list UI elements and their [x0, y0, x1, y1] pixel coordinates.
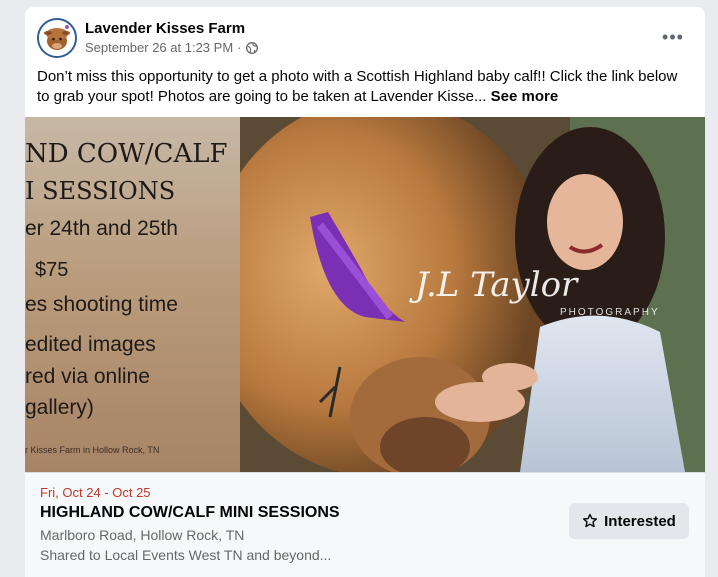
post-photo[interactable]: ND COW/CALF I SESSIONS er 24th and 25th …: [25, 117, 705, 472]
interested-label: Interested: [604, 512, 676, 530]
page-avatar[interactable]: [37, 18, 77, 58]
event-date: Fri, Oct 24 - Oct 25: [40, 485, 151, 500]
flyer-line: $75: [35, 259, 69, 281]
event-shared-to: Shared to Local Events West TN and beyon…: [40, 547, 332, 563]
flyer-line: er 24th and 25th: [25, 217, 178, 240]
post-text: Don’t miss this opportunity to get a pho…: [37, 68, 678, 105]
post-meta: September 26 at 1:23 PM ·: [85, 40, 258, 55]
calf-photo: J.L Taylor PHOTOGRAPHY: [205, 117, 705, 472]
flyer-line: edited images: [25, 333, 156, 356]
see-more-link[interactable]: See more: [491, 88, 559, 105]
calf-logo-icon: [39, 20, 75, 56]
flyer-footer: r Kisses Farm in Hollow Rock, TN: [25, 445, 160, 455]
post-timestamp[interactable]: September 26 at 1:23 PM: [85, 40, 233, 55]
meta-separator: ·: [237, 40, 242, 55]
post-header: Lavender Kisses Farm September 26 at 1:2…: [37, 17, 693, 61]
post-body: Don’t miss this opportunity to get a pho…: [37, 67, 687, 107]
event-title[interactable]: HIGHLAND COW/CALF MINI SESSIONS: [40, 504, 340, 522]
flyer-line: gallery): [25, 396, 94, 419]
more-options-icon[interactable]: •••: [659, 23, 687, 51]
post-card: Lavender Kisses Farm September 26 at 1:2…: [25, 7, 705, 577]
page-name[interactable]: Lavender Kisses Farm: [85, 20, 245, 37]
event-card[interactable]: Fri, Oct 24 - Oct 25 HIGHLAND COW/CALF M…: [25, 472, 705, 577]
flyer-line: ND COW/CALF: [25, 139, 228, 169]
globe-icon[interactable]: [245, 41, 258, 54]
watermark-subtitle: PHOTOGRAPHY: [560, 307, 660, 318]
photographer-watermark: J.L Taylor: [415, 265, 578, 305]
star-icon: [583, 513, 598, 528]
flyer-line: I SESSIONS: [25, 177, 176, 205]
flyer-line: es shooting time: [25, 293, 178, 316]
interested-button[interactable]: Interested: [569, 503, 689, 539]
session-flyer: ND COW/CALF I SESSIONS er 24th and 25th …: [25, 117, 240, 472]
flyer-line: red via online: [25, 365, 150, 388]
event-location: Marlboro Road, Hollow Rock, TN: [40, 527, 245, 543]
